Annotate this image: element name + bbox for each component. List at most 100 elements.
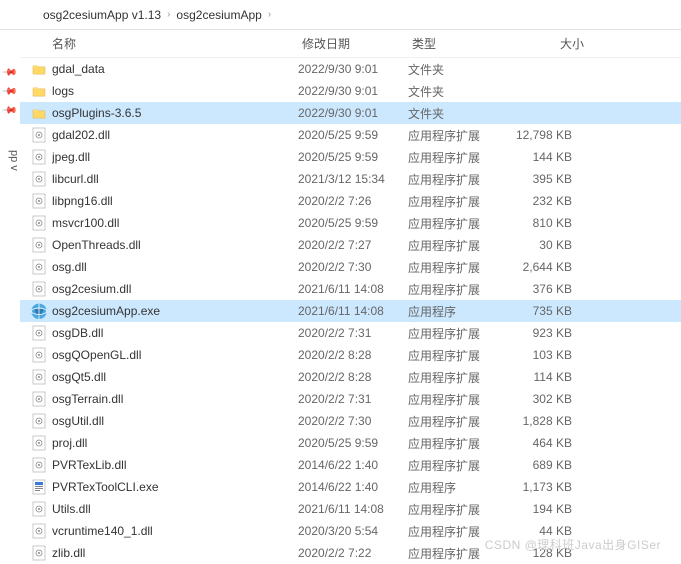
- file-type: 应用程序扩展: [408, 149, 503, 166]
- dll-icon: [30, 413, 48, 429]
- file-date: 2021/3/12 15:34: [298, 172, 408, 186]
- pin-icon[interactable]: 📌: [1, 84, 19, 102]
- file-date: 2020/5/25 9:59: [298, 436, 408, 450]
- file-date: 2020/5/25 9:59: [298, 150, 408, 164]
- file-list: gdal_data2022/9/30 9:01文件夹logs2022/9/30 …: [20, 58, 681, 564]
- file-size: 12,798 KB: [503, 128, 588, 142]
- file-row[interactable]: PVRTexToolCLI.exe2014/6/22 1:40应用程序1,173…: [20, 476, 681, 498]
- pin-icon[interactable]: 📌: [1, 65, 19, 83]
- column-headers: 名称 修改日期 类型 大小: [20, 30, 681, 58]
- file-size: 44 KB: [503, 524, 588, 538]
- file-row[interactable]: gdal202.dll2020/5/25 9:59应用程序扩展12,798 KB: [20, 124, 681, 146]
- file-type: 文件夹: [408, 105, 503, 122]
- file-type: 应用程序扩展: [408, 369, 503, 386]
- file-size: 810 KB: [503, 216, 588, 230]
- file-date: 2020/3/20 5:54: [298, 524, 408, 538]
- file-name: proj.dll: [52, 436, 298, 450]
- breadcrumb-item-1[interactable]: osg2cesiumApp v1.13: [40, 8, 164, 22]
- file-row[interactable]: libcurl.dll2021/3/12 15:34应用程序扩展395 KB: [20, 168, 681, 190]
- dll-icon: [30, 259, 48, 275]
- file-date: 2020/5/25 9:59: [298, 216, 408, 230]
- file-row[interactable]: libpng16.dll2020/2/2 7:26应用程序扩展232 KB: [20, 190, 681, 212]
- exe-icon: [30, 479, 48, 495]
- file-row[interactable]: Utils.dll2021/6/11 14:08应用程序扩展194 KB: [20, 498, 681, 520]
- file-size: 144 KB: [503, 150, 588, 164]
- file-name: libpng16.dll: [52, 194, 298, 208]
- file-row[interactable]: osgQOpenGL.dll2020/2/2 8:28应用程序扩展103 KB: [20, 344, 681, 366]
- sidebar: 📌 📌 📌 pp v: [0, 30, 20, 539]
- dll-icon: [30, 347, 48, 363]
- file-row[interactable]: osgPlugins-3.6.52022/9/30 9:01文件夹: [20, 102, 681, 124]
- file-name: osgUtil.dll: [52, 414, 298, 428]
- column-header-size[interactable]: 大小: [503, 35, 588, 52]
- file-size: 232 KB: [503, 194, 588, 208]
- file-name: logs: [52, 84, 298, 98]
- dll-icon: [30, 391, 48, 407]
- dll-icon: [30, 523, 48, 539]
- dll-icon: [30, 193, 48, 209]
- file-row[interactable]: osg.dll2020/2/2 7:30应用程序扩展2,644 KB: [20, 256, 681, 278]
- file-date: 2020/2/2 7:30: [298, 414, 408, 428]
- column-header-date[interactable]: 修改日期: [298, 35, 408, 52]
- file-name: gdal202.dll: [52, 128, 298, 142]
- file-type: 应用程序扩展: [408, 457, 503, 474]
- file-row[interactable]: gdal_data2022/9/30 9:01文件夹: [20, 58, 681, 80]
- file-type: 应用程序扩展: [408, 127, 503, 144]
- dll-icon: [30, 171, 48, 187]
- file-type: 应用程序扩展: [408, 391, 503, 408]
- file-date: 2014/6/22 1:40: [298, 458, 408, 472]
- folder-icon: [30, 105, 48, 121]
- chevron-right-icon: ›: [268, 9, 271, 20]
- file-size: 376 KB: [503, 282, 588, 296]
- file-row[interactable]: osgUtil.dll2020/2/2 7:30应用程序扩展1,828 KB: [20, 410, 681, 432]
- file-type: 应用程序: [408, 303, 503, 320]
- file-type: 应用程序扩展: [408, 501, 503, 518]
- file-row[interactable]: vcruntime140_1.dll2020/3/20 5:54应用程序扩展44…: [20, 520, 681, 542]
- file-name: osgTerrain.dll: [52, 392, 298, 406]
- file-name: PVRTexLib.dll: [52, 458, 298, 472]
- file-date: 2020/2/2 7:31: [298, 326, 408, 340]
- file-name: zlib.dll: [52, 546, 298, 560]
- dll-icon: [30, 281, 48, 297]
- file-row[interactable]: proj.dll2020/5/25 9:59应用程序扩展464 KB: [20, 432, 681, 454]
- breadcrumb[interactable]: osg2cesiumApp v1.13 › osg2cesiumApp ›: [0, 0, 681, 30]
- file-row[interactable]: PVRTexLib.dll2014/6/22 1:40应用程序扩展689 KB: [20, 454, 681, 476]
- file-row[interactable]: logs2022/9/30 9:01文件夹: [20, 80, 681, 102]
- dll-icon: [30, 127, 48, 143]
- file-row[interactable]: osgTerrain.dll2020/2/2 7:31应用程序扩展302 KB: [20, 388, 681, 410]
- breadcrumb-item-2[interactable]: osg2cesiumApp: [173, 8, 264, 22]
- file-type: 应用程序扩展: [408, 413, 503, 430]
- file-type: 应用程序扩展: [408, 215, 503, 232]
- file-name: Utils.dll: [52, 502, 298, 516]
- file-size: 114 KB: [503, 370, 588, 384]
- file-type: 应用程序扩展: [408, 281, 503, 298]
- file-date: 2014/6/22 1:40: [298, 480, 408, 494]
- dll-icon: [30, 325, 48, 341]
- file-row[interactable]: osg2cesium.dll2021/6/11 14:08应用程序扩展376 K…: [20, 278, 681, 300]
- file-name: osg2cesium.dll: [52, 282, 298, 296]
- file-name: osgDB.dll: [52, 326, 298, 340]
- file-date: 2020/2/2 7:31: [298, 392, 408, 406]
- file-name: vcruntime140_1.dll: [52, 524, 298, 538]
- file-size: 1,828 KB: [503, 414, 588, 428]
- file-row[interactable]: osgQt5.dll2020/2/2 8:28应用程序扩展114 KB: [20, 366, 681, 388]
- column-header-name[interactable]: 名称: [48, 35, 298, 52]
- file-name: OpenThreads.dll: [52, 238, 298, 252]
- pin-icon[interactable]: 📌: [1, 103, 19, 121]
- file-size: 464 KB: [503, 436, 588, 450]
- file-size: 689 KB: [503, 458, 588, 472]
- file-type: 文件夹: [408, 83, 503, 100]
- file-row[interactable]: osgDB.dll2020/2/2 7:31应用程序扩展923 KB: [20, 322, 681, 344]
- folder-icon: [30, 83, 48, 99]
- file-size: 1,173 KB: [503, 480, 588, 494]
- file-date: 2021/6/11 14:08: [298, 502, 408, 516]
- file-row[interactable]: osg2cesiumApp.exe2021/6/11 14:08应用程序735 …: [20, 300, 681, 322]
- file-row[interactable]: msvcr100.dll2020/5/25 9:59应用程序扩展810 KB: [20, 212, 681, 234]
- file-size: 30 KB: [503, 238, 588, 252]
- file-date: 2020/2/2 7:30: [298, 260, 408, 274]
- file-date: 2021/6/11 14:08: [298, 304, 408, 318]
- file-row[interactable]: jpeg.dll2020/5/25 9:59应用程序扩展144 KB: [20, 146, 681, 168]
- column-header-type[interactable]: 类型: [408, 35, 503, 52]
- file-row[interactable]: zlib.dll2020/2/2 7:22应用程序扩展128 KB: [20, 542, 681, 564]
- file-row[interactable]: OpenThreads.dll2020/2/2 7:27应用程序扩展30 KB: [20, 234, 681, 256]
